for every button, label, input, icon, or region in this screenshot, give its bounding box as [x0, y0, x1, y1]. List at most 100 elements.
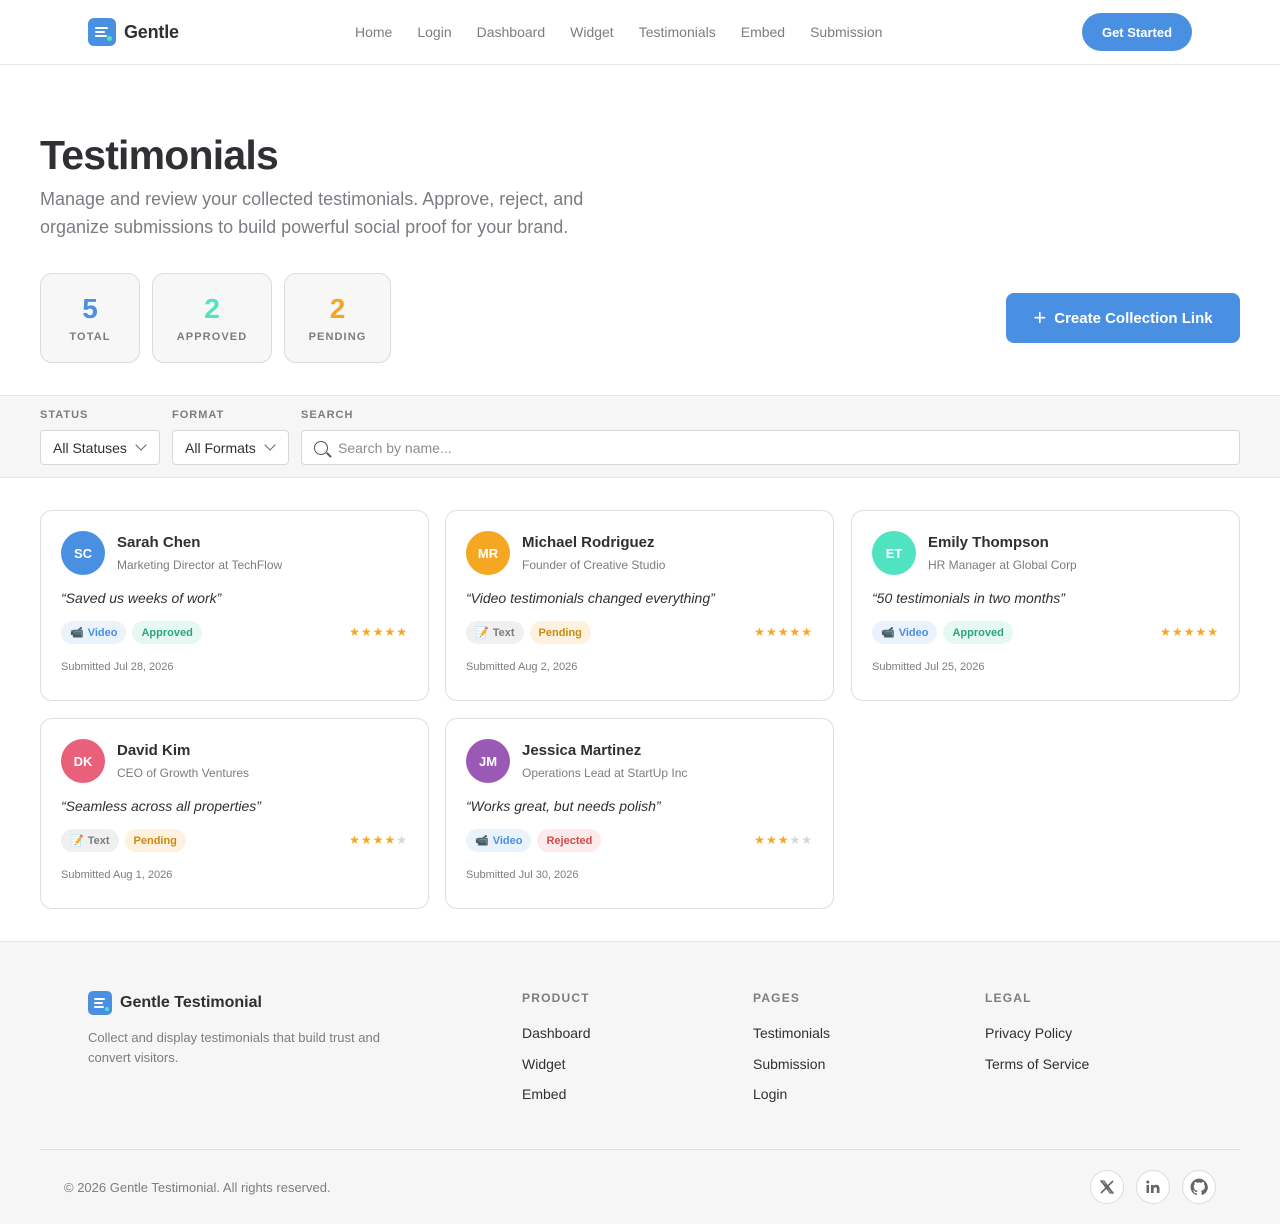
- badges: 📹 Video Approved: [872, 621, 1013, 644]
- star-rating: ★ ★ ★ ★ ★: [349, 625, 408, 639]
- star-icon: ★: [765, 833, 778, 847]
- star-rating: ★ ★ ★ ★ ★: [754, 625, 813, 639]
- testimonial-author-role: Marketing Director at TechFlow: [117, 558, 283, 572]
- star-icon: ★: [765, 625, 778, 639]
- star-icon: ★: [754, 625, 766, 639]
- stat-pending-value: 2: [329, 293, 346, 324]
- testimonial-author-name: Michael Rodriguez: [522, 534, 655, 551]
- format-select[interactable]: All Formats: [172, 430, 289, 465]
- nav-link-home[interactable]: Home: [355, 24, 392, 40]
- footer-link-widget[interactable]: Widget: [522, 1056, 591, 1087]
- nav-link-submission[interactable]: Submission: [810, 24, 882, 40]
- avatar-initials: JM: [478, 753, 498, 769]
- star-icon: ★: [1195, 625, 1208, 639]
- footer-link-testimonials[interactable]: Testimonials: [753, 1025, 830, 1056]
- testimonial-card[interactable]: ET Emily Thompson HR Manager at Global Cor…: [851, 510, 1240, 701]
- avatar: ET: [872, 531, 916, 575]
- search-input[interactable]: [338, 439, 1227, 456]
- get-started-button[interactable]: Get Started: [1082, 13, 1192, 51]
- status-badge: Approved: [943, 621, 1013, 644]
- status-badge: Rejected: [537, 829, 602, 852]
- footer-brand[interactable]: Gentle Testimonial: [88, 991, 262, 1015]
- testimonial-author-name: David Kim: [117, 742, 191, 759]
- star-icon: ★: [1207, 625, 1219, 639]
- nav-link-widget[interactable]: Widget: [570, 24, 614, 40]
- testimonial-grid: SC Sarah Chen Marketing Director at TechFl…: [0, 478, 1280, 941]
- create-collection-link-button[interactable]: + Create Collection Link: [1006, 293, 1240, 343]
- submitted-date: Submitted Aug 1, 2026: [61, 869, 173, 881]
- format-badge-label: Text: [492, 626, 515, 639]
- badges: 📝 Text Pending: [61, 829, 186, 852]
- star-icon: ★: [372, 625, 385, 639]
- nav-link-login[interactable]: Login: [417, 24, 451, 40]
- testimonial-author-name: Jessica Martinez: [522, 742, 642, 759]
- testimonial-card[interactable]: SC Sarah Chen Marketing Director at TechFl…: [40, 510, 429, 701]
- avatar-initials: ET: [885, 545, 903, 561]
- format-badge: 📹 Video: [61, 621, 127, 644]
- status-select[interactable]: All Statuses: [40, 430, 160, 465]
- avatar-initials: SC: [73, 545, 93, 561]
- star-icon: ★: [801, 833, 813, 847]
- nav-links: Home Login Dashboard Widget Testimonials…: [355, 24, 882, 40]
- linkedin-icon[interactable]: [1136, 1170, 1170, 1204]
- logo-icon: [88, 18, 116, 46]
- star-icon: ★: [349, 833, 361, 847]
- video-camera-icon: 📹: [475, 835, 489, 847]
- nav-link-testimonials[interactable]: Testimonials: [639, 24, 716, 40]
- star-icon: ★: [360, 833, 373, 847]
- footer-link-privacy-policy[interactable]: Privacy Policy: [985, 1025, 1089, 1056]
- video-camera-icon: 📹: [881, 627, 895, 639]
- testimonial-author-role: CEO of Growth Ventures: [117, 766, 250, 780]
- star-icon: ★: [754, 833, 766, 847]
- format-badge: 📝 Text: [61, 829, 119, 852]
- testimonial-card[interactable]: JM Jessica Martinez Operations Lead at Sta…: [445, 718, 834, 909]
- testimonial-quote: “Video testimonials changed everything”: [466, 590, 715, 606]
- testimonial-card[interactable]: DK David Kim CEO of Growth Ventures “Seamle…: [40, 718, 429, 909]
- search-filter: SEARCH: [301, 409, 1240, 465]
- submitted-date: Submitted Jul 30, 2026: [466, 869, 579, 881]
- format-select-value: All Formats: [185, 439, 256, 456]
- nav-link-embed[interactable]: Embed: [741, 24, 785, 40]
- star-icon: ★: [384, 833, 397, 847]
- chevron-down-icon: [264, 439, 276, 451]
- format-badge-label: Text: [87, 834, 110, 847]
- testimonial-author-role: HR Manager at Global Corp: [928, 558, 1077, 572]
- brand[interactable]: Gentle: [88, 18, 179, 46]
- avatar-initials: DK: [73, 753, 93, 769]
- github-icon[interactable]: [1182, 1170, 1216, 1204]
- footer-link-terms-of-service[interactable]: Terms of Service: [985, 1056, 1089, 1087]
- star-icon: ★: [801, 625, 813, 639]
- video-camera-icon: 📹: [70, 627, 84, 639]
- footer-col-pages: PAGES Testimonials Submission Login: [753, 991, 830, 1117]
- star-icon: ★: [777, 625, 790, 639]
- footer-link-dashboard[interactable]: Dashboard: [522, 1025, 591, 1056]
- format-badge: 📝 Text: [466, 621, 524, 644]
- star-icon: ★: [360, 625, 373, 639]
- search-box: [301, 430, 1240, 465]
- brand-name: Gentle: [124, 21, 179, 42]
- submitted-date: Submitted Aug 2, 2026: [466, 661, 578, 673]
- chevron-down-icon: [135, 439, 147, 451]
- testimonial-card[interactable]: MR Michael Rodriguez Founder of Creative S…: [445, 510, 834, 701]
- submitted-date: Submitted Jul 25, 2026: [872, 661, 985, 673]
- status-badge: Approved: [132, 621, 202, 644]
- format-badge-label: Video: [87, 626, 118, 639]
- badges: 📹 Video Approved: [61, 621, 202, 644]
- footer-col-title: PRODUCT: [522, 991, 590, 1005]
- social-links: [1090, 1170, 1216, 1204]
- badges: 📹 Video Rejected: [466, 829, 602, 852]
- footer-link-login[interactable]: Login: [753, 1086, 830, 1117]
- stats: 5 TOTAL 2 APPROVED 2 PENDING: [40, 273, 391, 363]
- footer-link-embed[interactable]: Embed: [522, 1086, 591, 1117]
- nav-link-dashboard[interactable]: Dashboard: [477, 24, 546, 40]
- stat-total: 5 TOTAL: [40, 273, 140, 363]
- testimonial-quote: “Works great, but needs polish”: [466, 798, 661, 814]
- star-icon: ★: [372, 833, 385, 847]
- format-badge-label: Video: [492, 834, 523, 847]
- footer-link-submission[interactable]: Submission: [753, 1056, 830, 1087]
- star-icon: ★: [396, 833, 408, 847]
- stat-pending-label: PENDING: [308, 331, 367, 343]
- star-icon: ★: [349, 625, 361, 639]
- copyright: © 2026 Gentle Testimonial. All rights re…: [64, 1180, 331, 1195]
- x-icon[interactable]: [1090, 1170, 1124, 1204]
